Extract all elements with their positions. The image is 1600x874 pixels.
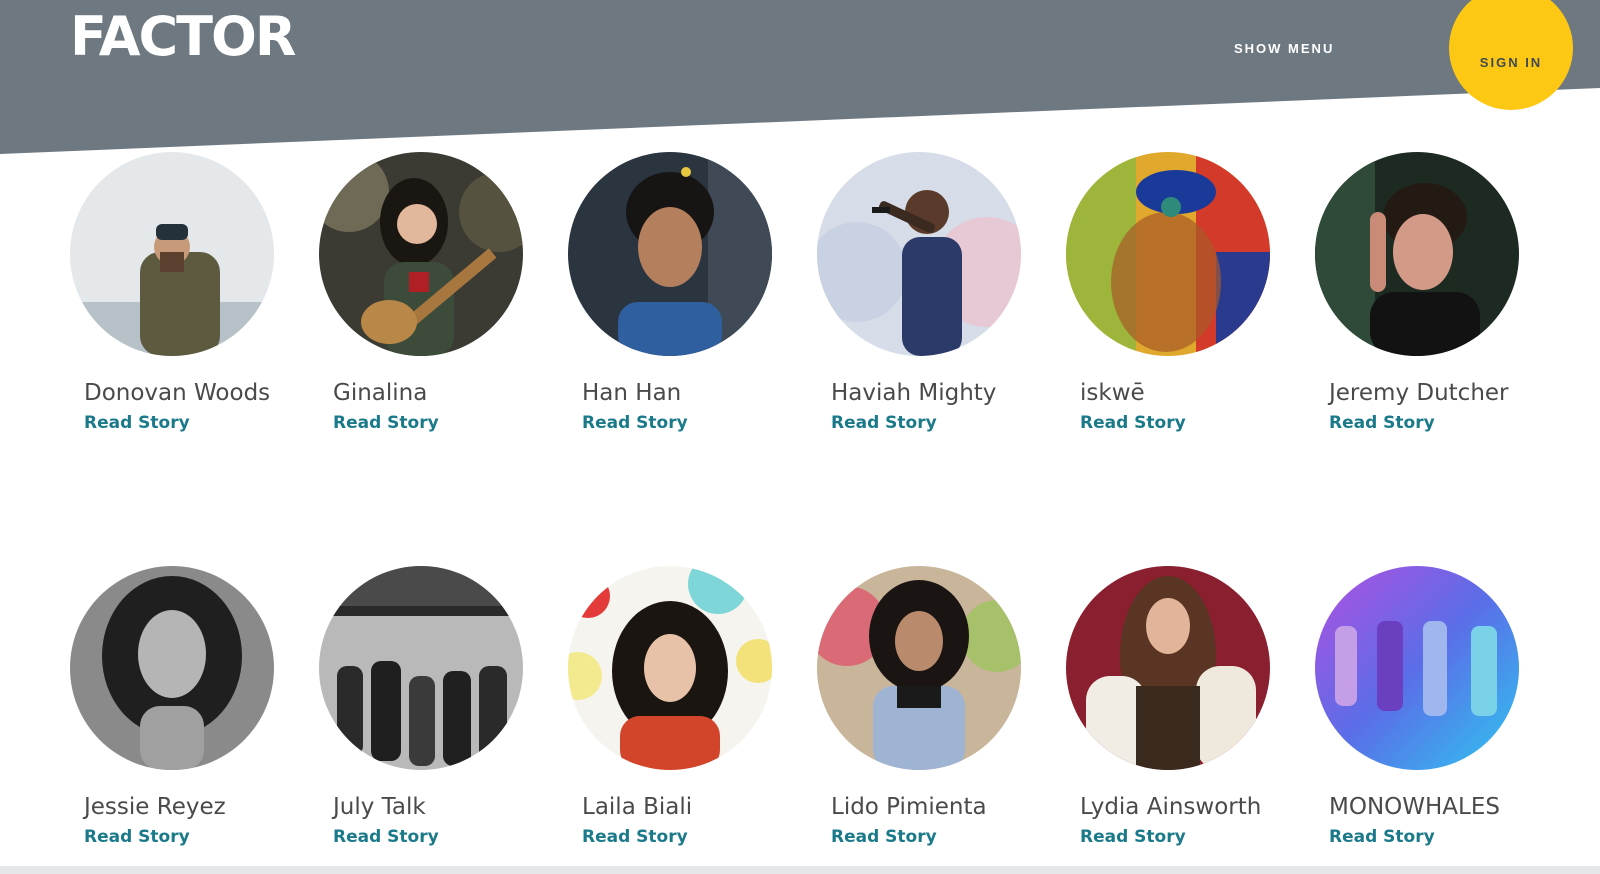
artist-name[interactable]: Jessie Reyez (84, 792, 284, 822)
artist-name[interactable]: Ginalina (333, 378, 533, 408)
factor-logo[interactable]: FACTOR (70, 10, 296, 64)
artist-photo[interactable] (319, 566, 523, 770)
read-story-link[interactable]: Read Story (1080, 822, 1186, 852)
bottom-scroll-edge (0, 866, 1600, 874)
artist-name[interactable]: Lydia Ainsworth (1080, 792, 1280, 822)
artist-photo[interactable] (319, 152, 523, 356)
artist-card: MONOWHALES Read Story (1315, 566, 1535, 852)
artist-name[interactable]: Laila Biali (582, 792, 782, 822)
read-story-link[interactable]: Read Story (1329, 822, 1435, 852)
read-story-link[interactable]: Read Story (1329, 408, 1435, 438)
artist-photo[interactable] (1315, 152, 1519, 356)
artist-card: Jeremy Dutcher Read Story (1315, 152, 1535, 438)
artist-card: Haviah Mighty Read Story (817, 152, 1037, 438)
artist-card: Ginalina Read Story (319, 152, 539, 438)
artist-card: Lydia Ainsworth Read Story (1066, 566, 1286, 852)
artist-card: Donovan Woods Read Story (70, 152, 290, 438)
read-story-link[interactable]: Read Story (84, 408, 190, 438)
read-story-link[interactable]: Read Story (84, 822, 190, 852)
artist-card: Han Han Read Story (568, 152, 788, 438)
artist-photo[interactable] (1066, 566, 1270, 770)
artist-card: Lido Pimienta Read Story (817, 566, 1037, 852)
site-header: FACTOR SHOW MENU SIGN IN (0, 0, 1600, 160)
artist-photo[interactable] (568, 566, 772, 770)
artist-card: iskwē Read Story (1066, 152, 1286, 438)
artist-photo[interactable] (1066, 152, 1270, 356)
show-menu-button[interactable]: SHOW MENU (1234, 41, 1334, 56)
artist-photo[interactable] (817, 152, 1021, 356)
artist-name[interactable]: Han Han (582, 378, 782, 408)
artist-card: July Talk Read Story (319, 566, 539, 852)
read-story-link[interactable]: Read Story (582, 408, 688, 438)
artist-photo[interactable] (1315, 566, 1519, 770)
artist-name[interactable]: Donovan Woods (84, 378, 284, 408)
read-story-link[interactable]: Read Story (333, 408, 439, 438)
artist-name[interactable]: July Talk (333, 792, 533, 822)
artist-photo[interactable] (568, 152, 772, 356)
read-story-link[interactable]: Read Story (831, 822, 937, 852)
read-story-link[interactable]: Read Story (831, 408, 937, 438)
read-story-link[interactable]: Read Story (333, 822, 439, 852)
read-story-link[interactable]: Read Story (1080, 408, 1186, 438)
artist-name[interactable]: Lido Pimienta (831, 792, 1031, 822)
artist-name[interactable]: iskwē (1080, 378, 1280, 408)
read-story-link[interactable]: Read Story (582, 822, 688, 852)
artist-name[interactable]: MONOWHALES (1329, 792, 1529, 822)
artist-photo[interactable] (70, 152, 274, 356)
artist-photo[interactable] (817, 566, 1021, 770)
artist-photo[interactable] (70, 566, 274, 770)
sign-in-label: SIGN IN (1479, 54, 1543, 70)
artist-card: Laila Biali Read Story (568, 566, 788, 852)
artist-name[interactable]: Haviah Mighty (831, 378, 1031, 408)
artist-card: Jessie Reyez Read Story (70, 566, 290, 852)
artist-name[interactable]: Jeremy Dutcher (1329, 378, 1529, 408)
